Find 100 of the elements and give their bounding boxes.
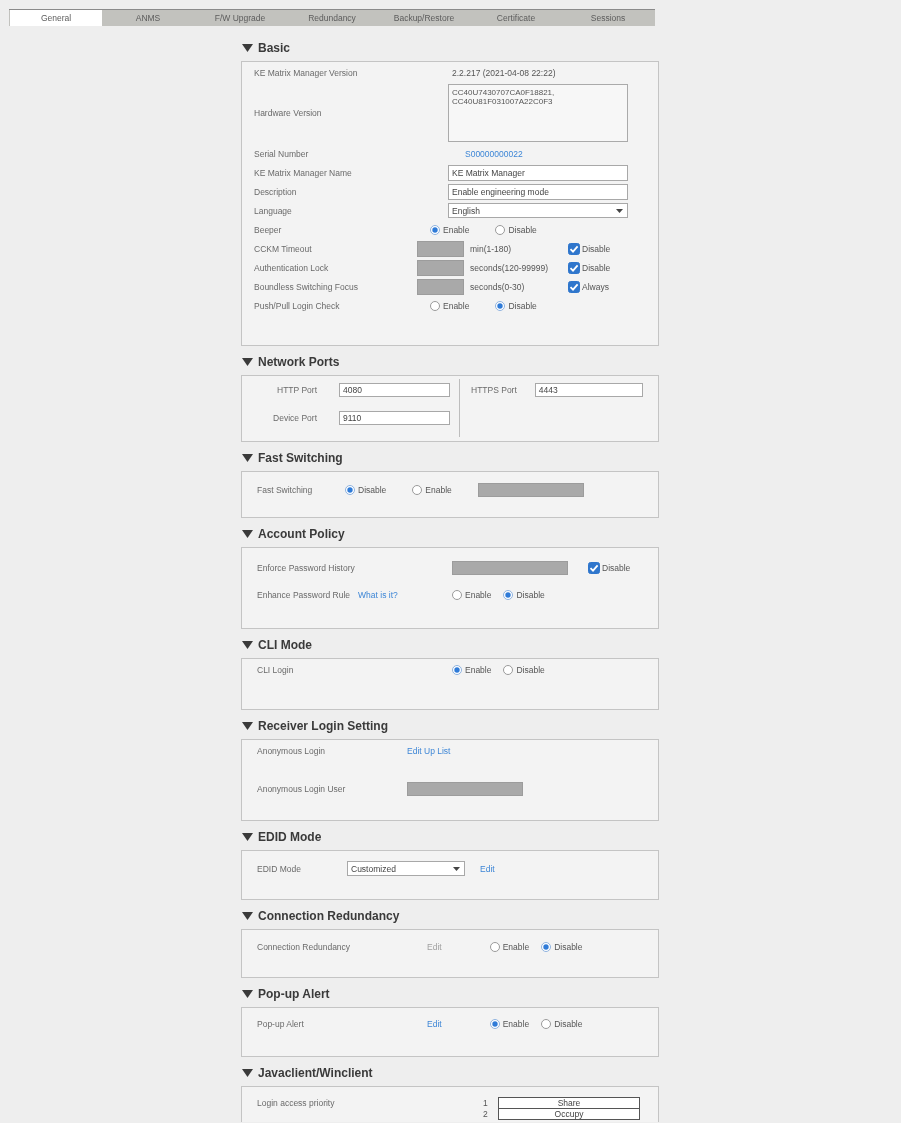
caret-icon: [616, 208, 623, 213]
caret-icon[interactable]: [242, 641, 253, 649]
radio-icon[interactable]: [541, 941, 552, 952]
input-field[interactable]: Enable engineering mode: [448, 183, 628, 200]
tab[interactable]: Certificate: [470, 10, 562, 26]
tab[interactable]: ANMS: [102, 10, 194, 26]
setting-label: Enforce Password History: [257, 562, 355, 573]
section-title: Network Ports: [258, 355, 340, 369]
tab[interactable]: Backup/Restore: [378, 10, 470, 26]
radio-icon[interactable]: [503, 589, 514, 600]
radio-option[interactable]: Enable: [452, 589, 492, 600]
radio-option[interactable]: Disable: [345, 484, 387, 495]
input-field[interactable]: KE Matrix Manager: [448, 164, 628, 181]
link[interactable]: S00000000022: [465, 148, 523, 159]
caret-icon[interactable]: [242, 722, 253, 730]
input-field[interactable]: 4080: [339, 382, 450, 397]
value-text: min(1-180): [470, 243, 513, 254]
text-area[interactable]: CC40U7430707CA0F18821, CC40U81F031007A22C0F3: [448, 84, 628, 142]
tab[interactable]: General: [10, 10, 102, 26]
setting-label: HTTPS Port: [471, 384, 517, 395]
help-link[interactable]: What is it?: [358, 589, 398, 600]
radio-option[interactable]: Disable: [541, 941, 583, 952]
caret-icon[interactable]: [242, 44, 253, 52]
radio-option[interactable]: Disable: [503, 589, 545, 600]
checkbox-icon[interactable]: [568, 280, 580, 293]
link[interactable]: Edit: [427, 1018, 442, 1029]
radio-icon[interactable]: [452, 589, 462, 600]
setting-label: Authentication Lock: [254, 262, 329, 273]
caret-icon[interactable]: [242, 990, 253, 998]
section-title: EDID Mode: [258, 830, 322, 844]
caret-icon[interactable]: [242, 912, 253, 920]
value-text: 2.2.217 (2021-04-08 22:22): [452, 67, 556, 78]
radio-option[interactable]: Disable: [495, 300, 537, 311]
list-item[interactable]: Occupy: [498, 1108, 640, 1120]
section-title: CLI Mode: [258, 638, 312, 652]
setting-label: Enhance Password Rule: [257, 589, 351, 600]
caret-icon[interactable]: [242, 833, 253, 841]
setting-label: Connection Redundancy: [257, 941, 351, 952]
setting-label: Login access priority: [257, 1097, 335, 1109]
checkbox-option[interactable]: Always: [568, 280, 609, 293]
input-field[interactable]: 4443: [534, 382, 643, 397]
radio-option[interactable]: Disable: [541, 1018, 583, 1029]
caret-icon: [453, 866, 460, 871]
section-title: Basic: [258, 41, 291, 55]
radio-option[interactable]: Disable: [495, 224, 537, 235]
setting-label: CLI Login: [257, 664, 294, 675]
radio-icon[interactable]: [345, 484, 355, 495]
tab[interactable]: Redundancy: [286, 10, 378, 26]
radio-icon[interactable]: [495, 300, 506, 311]
radio-icon[interactable]: [495, 224, 506, 235]
checkbox-option[interactable]: Disable: [568, 242, 611, 255]
setting-label: Push/Pull Login Check: [254, 300, 340, 311]
setting-label: Device Port: [273, 412, 317, 423]
setting-label: Boundless Switching Focus: [254, 281, 358, 292]
radio-icon[interactable]: [503, 664, 514, 675]
checkbox-option[interactable]: Disable: [568, 261, 611, 274]
value-text: seconds(120-99999): [470, 262, 549, 273]
radio-icon[interactable]: [412, 484, 423, 495]
section-title: Receiver Login Setting: [258, 719, 389, 733]
checkbox-icon[interactable]: [568, 242, 580, 255]
setting-label: Description: [254, 186, 297, 197]
setting-label: Beeper: [254, 224, 282, 235]
radio-option[interactable]: Enable: [489, 1018, 530, 1029]
setting-label: Serial Number: [254, 148, 309, 159]
checkbox-icon[interactable]: [568, 261, 580, 274]
row-number: 1: [483, 1098, 489, 1108]
checkbox-icon[interactable]: [588, 561, 600, 574]
radio-icon[interactable]: [489, 941, 500, 952]
setting-label: Pop-up Alert: [257, 1018, 304, 1029]
radio-option[interactable]: Enable: [489, 941, 530, 952]
input-field[interactable]: 9110: [339, 410, 450, 425]
radio-option[interactable]: Enable: [430, 300, 470, 311]
caret-icon[interactable]: [242, 530, 253, 538]
link[interactable]: Edit: [480, 863, 495, 874]
radio-option[interactable]: Disable: [503, 664, 545, 675]
radio-option[interactable]: Enable: [452, 664, 492, 675]
radio-icon[interactable]: [430, 300, 440, 311]
caret-icon[interactable]: [242, 1069, 253, 1077]
caret-icon[interactable]: [242, 358, 253, 366]
caret-icon[interactable]: [242, 454, 253, 462]
tab[interactable]: Sessions: [562, 10, 654, 26]
setting-label: Hardware Version: [254, 108, 322, 118]
radio-option[interactable]: Enable: [430, 224, 470, 235]
section-title: Pop-up Alert: [258, 987, 330, 1001]
setting-label: KE Matrix Manager Version: [254, 67, 358, 78]
section-title: Javaclient/Winclient: [258, 1066, 373, 1080]
checkbox-option[interactable]: Disable: [588, 561, 631, 574]
list-item[interactable]: Share: [498, 1097, 640, 1109]
section-title: Account Policy: [258, 527, 345, 541]
value-text: seconds(0-30): [470, 281, 526, 292]
dropdown[interactable]: Customized: [347, 861, 465, 876]
radio-icon[interactable]: [489, 1018, 500, 1029]
radio-icon[interactable]: [430, 224, 440, 235]
setting-label: HTTP Port: [277, 384, 317, 395]
radio-icon[interactable]: [541, 1018, 552, 1029]
link[interactable]: Edit Up List: [407, 745, 451, 756]
radio-icon[interactable]: [452, 664, 462, 675]
radio-option[interactable]: Enable: [412, 484, 452, 495]
dropdown[interactable]: English: [448, 203, 628, 218]
tab[interactable]: F/W Upgrade: [194, 10, 286, 26]
